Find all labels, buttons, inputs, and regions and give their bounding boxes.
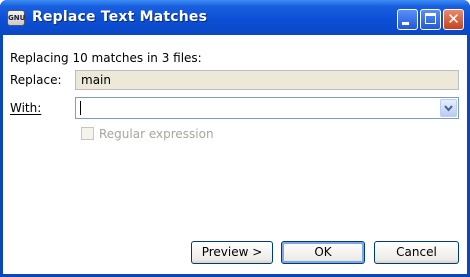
close-icon: ✕ [447,10,460,28]
replace-label: Replace: [10,73,62,87]
regex-checkbox[interactable] [81,127,94,140]
ok-button[interactable]: OK [281,241,365,264]
cancel-button[interactable]: Cancel [374,241,459,264]
minimize-icon [402,22,409,25]
with-label-text: With: [10,101,42,115]
with-label: With: [10,101,41,115]
with-dropdown-button[interactable] [440,99,457,117]
window-title: Replace Text Matches [32,9,208,25]
maximize-icon [425,13,436,24]
minimize-button[interactable] [397,9,418,30]
with-input[interactable] [76,98,440,118]
app-icon: GNU [7,10,25,26]
chevron-down-icon [444,105,453,112]
regex-label: Regular expression [99,127,214,141]
title-bar[interactable]: GNU Replace Text Matches ✕ [0,0,470,35]
replace-field: main [75,70,459,90]
summary-text: Replacing 10 matches in 3 files: [10,51,202,65]
preview-button[interactable]: Preview > [191,241,273,264]
close-button[interactable]: ✕ [443,9,464,30]
text-caret [80,101,81,115]
replace-dialog-window: GNU Replace Text Matches ✕ Replacing 10 … [0,0,470,277]
with-combo[interactable] [75,97,459,119]
maximize-button[interactable] [420,9,441,30]
